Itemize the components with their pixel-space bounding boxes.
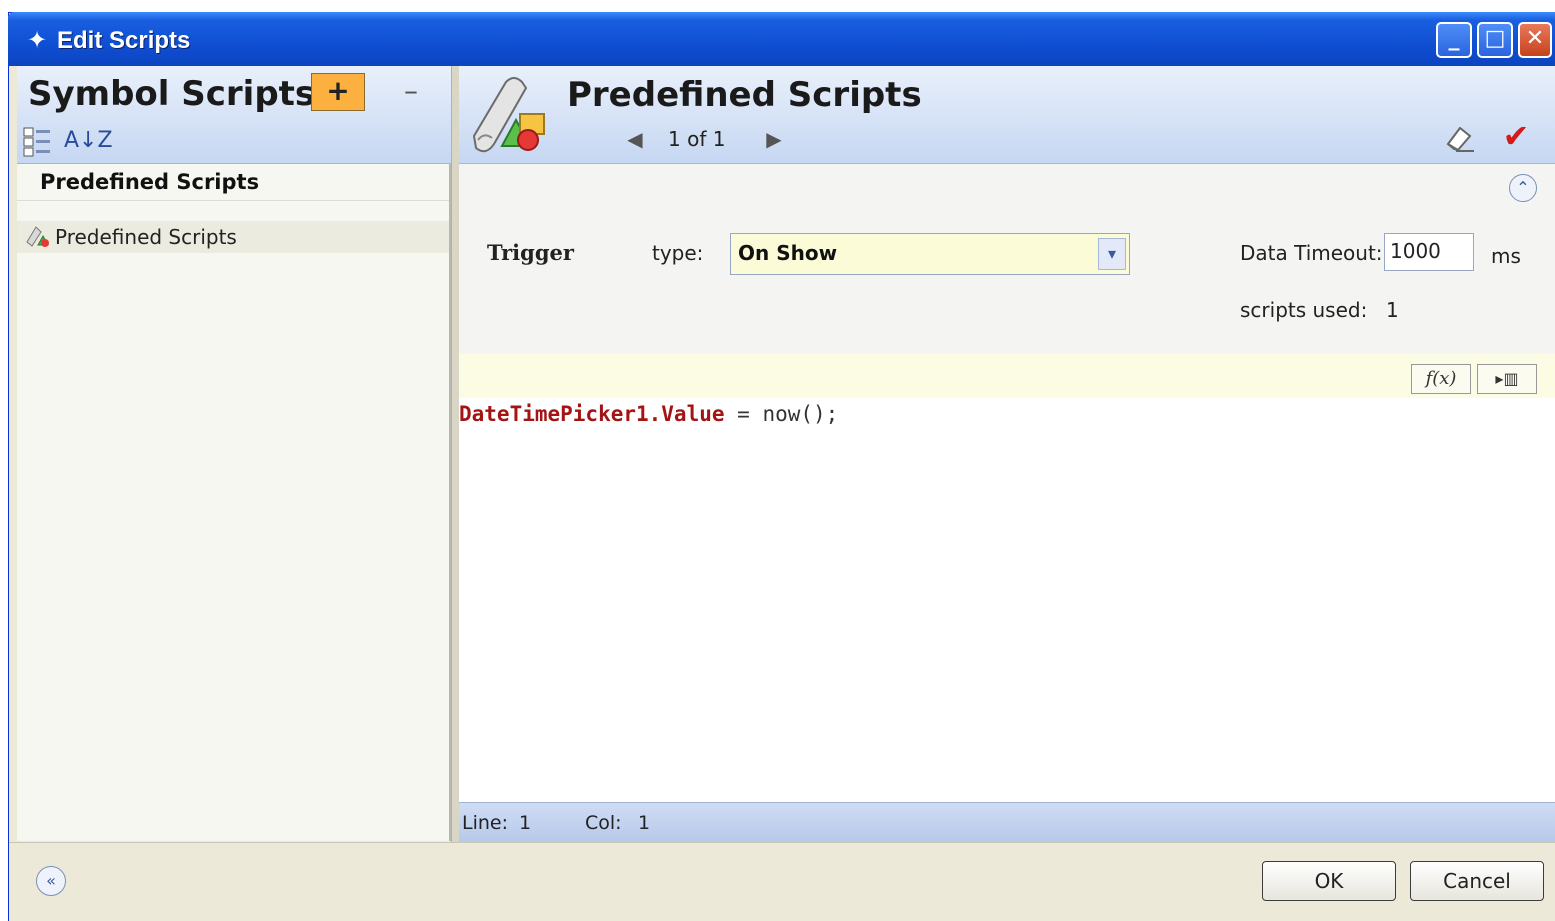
remove-script-button[interactable]: – [398,77,424,106]
code-line[interactable]: DateTimePicker1.Value = now(); [459,400,838,428]
type-label: type: [652,241,704,265]
script-icon [24,224,54,250]
editor-toolbar [459,354,1555,398]
trigger-type-value: On Show [738,241,838,265]
check-icon[interactable]: ✔ [1498,118,1534,154]
close-icon: ✕ [1525,26,1545,51]
eraser-icon[interactable] [1442,122,1476,154]
col-label: Col: [585,812,622,834]
code-expression: = now(); [724,402,839,426]
minimize-icon: _ [1448,26,1460,51]
cancel-button[interactable]: Cancel [1410,861,1544,901]
close-button[interactable]: ✕ [1518,22,1552,58]
previous-arrow-icon[interactable]: ◀ [623,126,647,152]
editor-status-bar [459,802,1555,842]
scripts-used-value: 1 [1386,298,1399,322]
line-label: Line: [462,812,508,834]
line-value: 1 [519,812,532,834]
timeout-unit-label: ms [1491,244,1521,268]
script-tree-panel [17,164,451,841]
function-button[interactable]: f(x) [1411,364,1471,394]
script-editor[interactable] [459,398,1555,802]
code-object: DateTimePicker1.Value [459,402,725,426]
next-arrow-icon[interactable]: ▶ [762,126,786,152]
page-indicator: 1 of 1 [668,127,726,151]
col-value: 1 [638,812,651,834]
section-divider [17,200,449,201]
sort-alphabetical-icon[interactable]: A↓Z [64,124,113,160]
tree-item-label: Predefined Scripts [55,225,237,249]
data-timeout-input[interactable]: 1000 [1384,233,1474,271]
window-title: Edit Scripts [57,27,191,54]
title-bar[interactable] [8,12,1555,66]
ok-button[interactable]: OK [1262,861,1396,901]
maximize-icon: □ [1484,26,1506,51]
script-scroll-icon [466,74,556,160]
expand-left-icon[interactable]: « [36,866,66,896]
minimize-button[interactable]: _ [1436,22,1472,58]
collapse-up-icon[interactable]: ⌃ [1509,174,1537,202]
scripts-used-label: scripts used: [1240,298,1368,322]
add-script-button[interactable]: + [311,73,365,111]
data-timeout-label: Data Timeout: [1240,241,1383,265]
chevron-down-icon[interactable]: ▾ [1098,238,1126,270]
section-label: Predefined Scripts [40,170,260,194]
pane-splitter[interactable] [451,66,459,842]
symbol-scripts-title: Symbol Scripts [28,74,316,114]
insert-field-button[interactable]: ▸▥ [1477,364,1537,394]
categorized-view-icon[interactable] [23,126,59,158]
maximize-button[interactable]: □ [1477,22,1513,58]
predefined-scripts-title: Predefined Scripts [567,75,922,115]
diamond-icon: ✦ [26,26,48,54]
trigger-label: Trigger [487,240,574,265]
